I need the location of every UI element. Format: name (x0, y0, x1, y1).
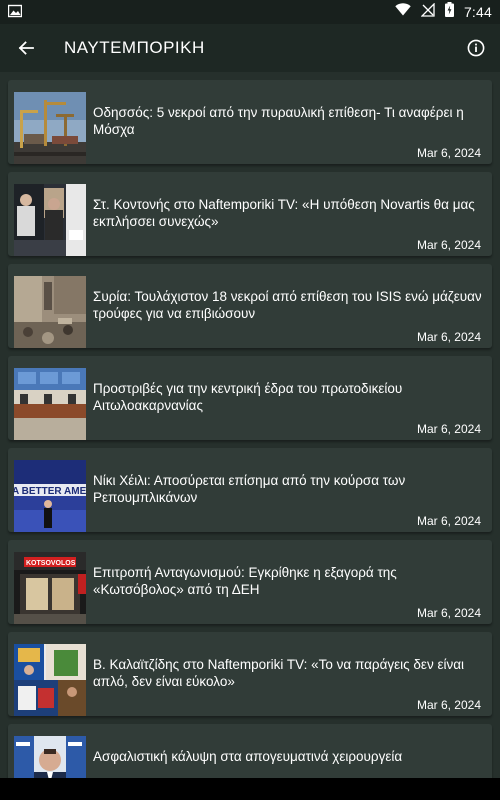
article-card[interactable]: Β. Καλαϊτζίδης στο Naftemporiki TV: «Το … (8, 632, 492, 716)
article-date: Mar 6, 2024 (416, 514, 481, 528)
article-title: Συρία: Τουλάχιστον 18 νεκροί από επίθεση… (93, 289, 482, 321)
article-card[interactable]: Ασφαλιστική κάλυψη στα απογευματινά χειρ… (8, 724, 492, 778)
system-navigation-bar (0, 778, 500, 800)
clock: 7:44 (463, 4, 492, 20)
article-title: Β. Καλαϊτζίδης στο Naftemporiki TV: «Το … (93, 657, 465, 689)
info-icon (467, 39, 485, 57)
wifi-icon (395, 3, 411, 21)
article-title: Στ. Κοντονής στο Naftemporiki TV: «Η υπό… (93, 197, 475, 229)
article-card[interactable]: Συρία: Τουλάχιστον 18 νεκροί από επίθεση… (8, 264, 492, 348)
article-card[interactable]: Στ. Κοντονής στο Naftemporiki TV: «Η υπό… (8, 172, 492, 256)
article-title: Επιτροπή Ανταγωνισμού: Εγκρίθηκε η εξαγο… (93, 565, 397, 597)
article-thumbnail (14, 184, 86, 256)
thumbnail-banner-text: A BETTER AMERICA (14, 486, 86, 497)
article-date: Mar 6, 2024 (416, 698, 481, 712)
article-card[interactable]: Προστριβές για την κεντρική έδρα του πρω… (8, 356, 492, 440)
thumbnail-sign-text: KOTSOVOLOS (26, 560, 76, 567)
signal-off-icon (420, 1, 435, 22)
article-title: Νίκι Χέιλι: Αποσύρεται επίσημα από την κ… (93, 473, 406, 505)
article-thumbnail (14, 368, 86, 440)
page-title: ΝΑΥΤΕΜΠΟΡΙΚΗ (64, 38, 205, 57)
article-date: Mar 6, 2024 (416, 330, 481, 344)
article-date: Mar 6, 2024 (416, 606, 481, 620)
article-list[interactable]: Οδησσός: 5 νεκροί από την πυραυλική επίθ… (0, 72, 500, 778)
article-thumbnail: KOTSOVOLOS (14, 552, 86, 624)
article-thumbnail (14, 736, 86, 778)
article-thumbnail (14, 276, 86, 348)
gallery-notification-icon (7, 4, 23, 23)
article-date: Mar 6, 2024 (416, 422, 481, 436)
info-button[interactable] (462, 34, 490, 62)
article-thumbnail (14, 644, 86, 716)
article-card[interactable]: KOTSOVOLOS Επιτροπή Ανταγωνισμού: Εγκρίθ… (8, 540, 492, 624)
app-bar: ΝΑΥΤΕΜΠΟΡΙΚΗ (0, 24, 500, 72)
article-title: Ασφαλιστική κάλυψη στα απογευματινά χειρ… (93, 749, 403, 764)
article-title: Οδησσός: 5 νεκροί από την πυραυλική επίθ… (93, 105, 464, 137)
article-card[interactable]: Οδησσός: 5 νεκροί από την πυραυλική επίθ… (8, 80, 492, 164)
article-date: Mar 6, 2024 (416, 238, 481, 252)
article-card[interactable]: A BETTER AMERICA Νίκι Χέιλι: Αποσύρεται … (8, 448, 492, 532)
article-title: Προστριβές για την κεντρική έδρα του πρω… (93, 381, 403, 413)
article-date: Mar 6, 2024 (416, 146, 481, 160)
arrow-left-icon (18, 41, 34, 55)
battery-icon (444, 2, 454, 22)
status-bar: 7:44 (0, 0, 500, 24)
article-thumbnail: A BETTER AMERICA (14, 460, 86, 532)
article-thumbnail (14, 92, 86, 164)
back-button[interactable] (12, 34, 40, 62)
